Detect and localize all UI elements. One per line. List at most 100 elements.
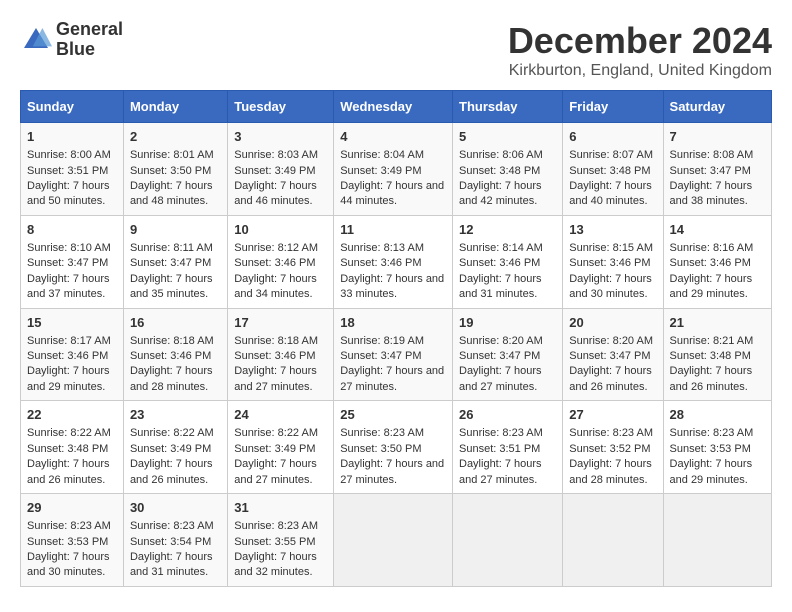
- calendar-cell: 7 Sunrise: 8:08 AM Sunset: 3:47 PM Dayli…: [663, 123, 771, 216]
- calendar-cell: 20 Sunrise: 8:20 AM Sunset: 3:47 PM Dayl…: [563, 308, 663, 401]
- sunrise-label: Sunrise: 8:20 AM: [459, 335, 543, 347]
- sunset-label: Sunset: 3:47 PM: [130, 257, 211, 269]
- daylight-label: Daylight: 7 hours and 27 minutes.: [459, 365, 542, 392]
- daylight-label: Daylight: 7 hours and 35 minutes.: [130, 273, 213, 300]
- daylight-label: Daylight: 7 hours and 30 minutes.: [27, 551, 110, 578]
- day-number: 21: [670, 314, 765, 332]
- day-number: 17: [234, 314, 327, 332]
- calendar-cell: 13 Sunrise: 8:15 AM Sunset: 3:46 PM Dayl…: [563, 215, 663, 308]
- sunset-label: Sunset: 3:49 PM: [130, 443, 211, 455]
- calendar-cell: 31 Sunrise: 8:23 AM Sunset: 3:55 PM Dayl…: [228, 494, 334, 587]
- main-title: December 2024: [508, 20, 772, 62]
- calendar-cell: 19 Sunrise: 8:20 AM Sunset: 3:47 PM Dayl…: [453, 308, 563, 401]
- sunset-label: Sunset: 3:52 PM: [569, 443, 650, 455]
- calendar-cell: 17 Sunrise: 8:18 AM Sunset: 3:46 PM Dayl…: [228, 308, 334, 401]
- sunrise-label: Sunrise: 8:11 AM: [130, 242, 213, 254]
- logo: General Blue: [20, 20, 123, 60]
- sunrise-label: Sunrise: 8:01 AM: [130, 149, 214, 161]
- calendar-cell: 18 Sunrise: 8:19 AM Sunset: 3:47 PM Dayl…: [334, 308, 453, 401]
- calendar-cell: 8 Sunrise: 8:10 AM Sunset: 3:47 PM Dayli…: [21, 215, 124, 308]
- week-row-3: 15 Sunrise: 8:17 AM Sunset: 3:46 PM Dayl…: [21, 308, 772, 401]
- day-number: 10: [234, 221, 327, 239]
- day-number: 7: [670, 128, 765, 146]
- sunrise-label: Sunrise: 8:03 AM: [234, 149, 318, 161]
- day-number: 28: [670, 406, 765, 424]
- column-header-wednesday: Wednesday: [334, 91, 453, 123]
- column-header-friday: Friday: [563, 91, 663, 123]
- sunset-label: Sunset: 3:48 PM: [670, 350, 751, 362]
- calendar-cell: 23 Sunrise: 8:22 AM Sunset: 3:49 PM Dayl…: [123, 401, 227, 494]
- sunrise-label: Sunrise: 8:12 AM: [234, 242, 318, 254]
- calendar-cell: [563, 494, 663, 587]
- daylight-label: Daylight: 7 hours and 42 minutes.: [459, 180, 542, 207]
- sunset-label: Sunset: 3:47 PM: [459, 350, 540, 362]
- day-number: 16: [130, 314, 221, 332]
- day-number: 15: [27, 314, 117, 332]
- calendar-cell: 9 Sunrise: 8:11 AM Sunset: 3:47 PM Dayli…: [123, 215, 227, 308]
- daylight-label: Daylight: 7 hours and 27 minutes.: [340, 458, 444, 485]
- sunrise-label: Sunrise: 8:18 AM: [234, 335, 318, 347]
- sunset-label: Sunset: 3:53 PM: [27, 536, 108, 548]
- daylight-label: Daylight: 7 hours and 27 minutes.: [234, 365, 317, 392]
- sunset-label: Sunset: 3:46 PM: [27, 350, 108, 362]
- sunrise-label: Sunrise: 8:19 AM: [340, 335, 424, 347]
- day-number: 26: [459, 406, 556, 424]
- daylight-label: Daylight: 7 hours and 26 minutes.: [130, 458, 213, 485]
- sunset-label: Sunset: 3:49 PM: [234, 165, 315, 177]
- sunset-label: Sunset: 3:50 PM: [130, 165, 211, 177]
- day-number: 27: [569, 406, 656, 424]
- sunset-label: Sunset: 3:51 PM: [459, 443, 540, 455]
- calendar-cell: 30 Sunrise: 8:23 AM Sunset: 3:54 PM Dayl…: [123, 494, 227, 587]
- day-number: 31: [234, 499, 327, 517]
- sunset-label: Sunset: 3:47 PM: [27, 257, 108, 269]
- day-number: 25: [340, 406, 446, 424]
- day-number: 18: [340, 314, 446, 332]
- daylight-label: Daylight: 7 hours and 31 minutes.: [459, 273, 542, 300]
- day-number: 24: [234, 406, 327, 424]
- calendar-cell: 27 Sunrise: 8:23 AM Sunset: 3:52 PM Dayl…: [563, 401, 663, 494]
- calendar-cell: 1 Sunrise: 8:00 AM Sunset: 3:51 PM Dayli…: [21, 123, 124, 216]
- calendar-cell: 22 Sunrise: 8:22 AM Sunset: 3:48 PM Dayl…: [21, 401, 124, 494]
- sunrise-label: Sunrise: 8:00 AM: [27, 149, 111, 161]
- day-number: 13: [569, 221, 656, 239]
- sunset-label: Sunset: 3:54 PM: [130, 536, 211, 548]
- calendar-cell: [453, 494, 563, 587]
- day-number: 22: [27, 406, 117, 424]
- sunrise-label: Sunrise: 8:23 AM: [130, 520, 214, 532]
- calendar-cell: 29 Sunrise: 8:23 AM Sunset: 3:53 PM Dayl…: [21, 494, 124, 587]
- daylight-label: Daylight: 7 hours and 30 minutes.: [569, 273, 652, 300]
- sunset-label: Sunset: 3:50 PM: [340, 443, 421, 455]
- sunset-label: Sunset: 3:48 PM: [569, 165, 650, 177]
- calendar-cell: 25 Sunrise: 8:23 AM Sunset: 3:50 PM Dayl…: [334, 401, 453, 494]
- sunrise-label: Sunrise: 8:08 AM: [670, 149, 754, 161]
- calendar-cell: 3 Sunrise: 8:03 AM Sunset: 3:49 PM Dayli…: [228, 123, 334, 216]
- day-number: 23: [130, 406, 221, 424]
- sunrise-label: Sunrise: 8:15 AM: [569, 242, 653, 254]
- sunset-label: Sunset: 3:46 PM: [569, 257, 650, 269]
- day-number: 20: [569, 314, 656, 332]
- sunrise-label: Sunrise: 8:07 AM: [569, 149, 653, 161]
- calendar-table: SundayMondayTuesdayWednesdayThursdayFrid…: [20, 90, 772, 587]
- sunset-label: Sunset: 3:47 PM: [670, 165, 751, 177]
- calendar-cell: 5 Sunrise: 8:06 AM Sunset: 3:48 PM Dayli…: [453, 123, 563, 216]
- daylight-label: Daylight: 7 hours and 33 minutes.: [340, 273, 444, 300]
- calendar-cell: 2 Sunrise: 8:01 AM Sunset: 3:50 PM Dayli…: [123, 123, 227, 216]
- day-number: 8: [27, 221, 117, 239]
- calendar-cell: 24 Sunrise: 8:22 AM Sunset: 3:49 PM Dayl…: [228, 401, 334, 494]
- daylight-label: Daylight: 7 hours and 26 minutes.: [670, 365, 753, 392]
- calendar-cell: 21 Sunrise: 8:21 AM Sunset: 3:48 PM Dayl…: [663, 308, 771, 401]
- day-number: 4: [340, 128, 446, 146]
- daylight-label: Daylight: 7 hours and 38 minutes.: [670, 180, 753, 207]
- daylight-label: Daylight: 7 hours and 44 minutes.: [340, 180, 444, 207]
- sunset-label: Sunset: 3:46 PM: [340, 257, 421, 269]
- sunrise-label: Sunrise: 8:04 AM: [340, 149, 424, 161]
- sunrise-label: Sunrise: 8:23 AM: [670, 427, 754, 439]
- sunrise-label: Sunrise: 8:10 AM: [27, 242, 111, 254]
- calendar-cell: 15 Sunrise: 8:17 AM Sunset: 3:46 PM Dayl…: [21, 308, 124, 401]
- calendar-cell: 28 Sunrise: 8:23 AM Sunset: 3:53 PM Dayl…: [663, 401, 771, 494]
- column-header-sunday: Sunday: [21, 91, 124, 123]
- sunrise-label: Sunrise: 8:23 AM: [459, 427, 543, 439]
- daylight-label: Daylight: 7 hours and 34 minutes.: [234, 273, 317, 300]
- day-number: 11: [340, 221, 446, 239]
- sunrise-label: Sunrise: 8:14 AM: [459, 242, 543, 254]
